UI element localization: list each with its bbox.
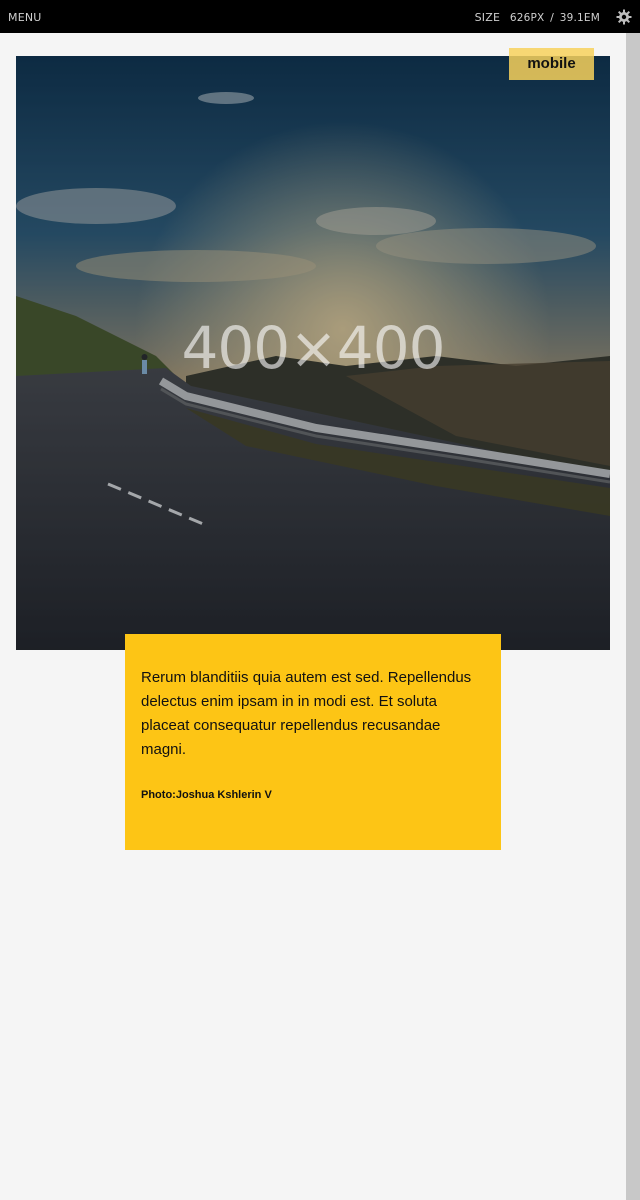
image-size-placeholder: 400×400 xyxy=(181,314,445,382)
menu-button[interactable]: MENU xyxy=(8,11,42,24)
size-label: SIZE xyxy=(474,11,501,24)
page-viewport: 400×400 mobile Rerum blanditiis quia aut… xyxy=(0,33,626,1200)
caption-text: Rerum blanditiis quia autem est sed. Rep… xyxy=(141,669,472,758)
gear-icon[interactable] xyxy=(616,9,632,25)
viewport-size-readout: SIZE 626PX / 39.1EM xyxy=(475,11,600,24)
size-separator: / xyxy=(550,11,555,24)
hero-image: 400×400 xyxy=(16,56,610,650)
top-toolbar: MENU SIZE 626PX / 39.1EM xyxy=(0,0,640,33)
photo-credit: Photo:Joshua Kshlerin V xyxy=(141,789,272,801)
size-px-value[interactable]: 626PX xyxy=(510,12,545,24)
viewport-badge: mobile xyxy=(509,48,594,80)
scrollbar[interactable] xyxy=(626,33,640,1200)
caption-card: Rerum blanditiis quia autem est sed. Rep… xyxy=(125,634,501,850)
size-em-value[interactable]: 39.1EM xyxy=(560,12,600,24)
